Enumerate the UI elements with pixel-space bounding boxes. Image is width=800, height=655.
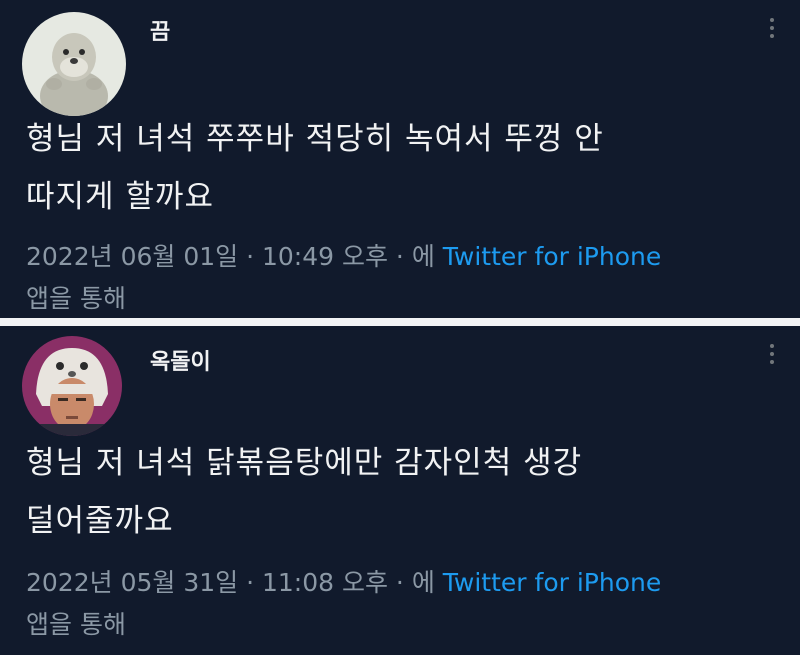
display-name[interactable]: 끔 xyxy=(150,14,170,46)
tweet-text: 형님 저 녀석 쭈쭈바 적당히 녹여서 뚜껑 안 따지게 할까요 xyxy=(26,110,786,226)
man-in-animal-hat-avatar-icon xyxy=(22,336,122,436)
otter-avatar-icon xyxy=(22,12,126,116)
source-link[interactable]: Twitter for iPhone xyxy=(443,242,661,271)
tweet-meta: 2022년 05월 31일 · 11:08 오후 · 에 Twitter for… xyxy=(26,562,786,646)
user-avatar[interactable] xyxy=(22,12,126,116)
display-name[interactable]: 옥돌이 xyxy=(150,344,211,376)
tweet-card[interactable]: 끔 형님 저 녀석 쭈쭈바 적당히 녹여서 뚜껑 안 따지게 할까요 2022년… xyxy=(0,0,800,318)
tweet-time[interactable]: 11:08 오후 xyxy=(262,568,388,597)
tweet-text: 형님 저 녀석 닭볶음탕에만 감자인척 생강 덜어줄까요 xyxy=(26,434,786,550)
via-suffix: 앱을 통해 xyxy=(26,610,126,639)
tweet-time[interactable]: 10:49 오후 xyxy=(262,242,388,271)
tweet-text-line: 따지게 할까요 xyxy=(26,179,214,215)
meta-separator: · xyxy=(238,568,262,597)
meta-separator: · xyxy=(387,568,412,597)
tweet-text-line: 형님 저 녀석 닭볶음탕에만 감자인척 생강 xyxy=(26,445,583,481)
via-suffix: 앱을 통해 xyxy=(26,284,126,313)
user-avatar[interactable] xyxy=(22,336,122,436)
more-options-icon[interactable] xyxy=(770,18,776,42)
source-link[interactable]: Twitter for iPhone xyxy=(443,568,661,597)
tweet-text-line: 덜어줄까요 xyxy=(26,503,174,539)
tweet-meta: 2022년 06월 01일 · 10:49 오후 · 에 Twitter for… xyxy=(26,236,786,320)
more-options-icon[interactable] xyxy=(770,344,776,368)
tweet-card[interactable]: 옥돌이 형님 저 녀석 닭볶음탕에만 감자인척 생강 덜어줄까요 2022년 0… xyxy=(0,326,800,655)
meta-separator: · xyxy=(387,242,412,271)
meta-separator: · xyxy=(238,242,262,271)
via-prefix: 에 xyxy=(411,568,443,597)
tweet-date[interactable]: 2022년 06월 01일 xyxy=(26,242,238,271)
divider xyxy=(0,318,800,326)
via-prefix: 에 xyxy=(411,242,443,271)
tweet-text-line: 형님 저 녀석 쭈쭈바 적당히 녹여서 뚜껑 안 xyxy=(26,121,604,157)
tweet-date[interactable]: 2022년 05월 31일 xyxy=(26,568,238,597)
